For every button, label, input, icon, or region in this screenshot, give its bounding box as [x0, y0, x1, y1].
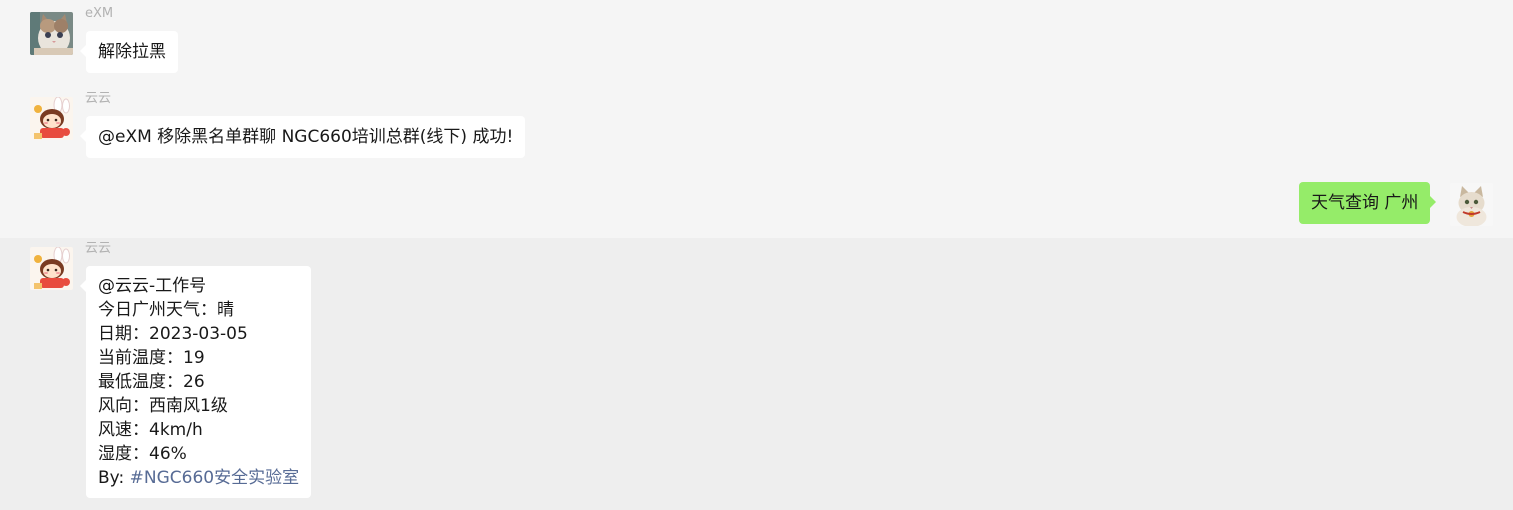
footer-line: By: #NGC660安全实验室 — [98, 466, 299, 490]
min-temperature-line: 最低温度：26 — [98, 372, 205, 392]
sender-name: 云云 — [85, 241, 112, 256]
hashtag-link[interactable]: #NGC660安全实验室 — [130, 468, 299, 488]
own-message-bubble[interactable]: 天气查询 广州 — [1299, 182, 1437, 224]
sender-name: eXM — [85, 6, 114, 21]
weather-message-bubble[interactable]: @云云-工作号 今日广州天气：晴 日期：2023-03-05 当前温度：19 最… — [79, 266, 312, 498]
date-line: 日期：2023-03-05 — [98, 324, 248, 344]
chat-message-list[interactable]: eXM 解除拉黑 云云 @eXM 移除黑名单群聊 NGC660培训总群(线下) … — [0, 0, 1513, 510]
wind-speed-line: 风速：4km/h — [98, 420, 203, 440]
cat-avatar-icon[interactable] — [30, 12, 73, 55]
humidity-line: 湿度：46% — [98, 444, 187, 464]
message-bubble[interactable]: @eXM 移除黑名单群聊 NGC660培训总群(线下) 成功! — [79, 116, 526, 158]
cartoon-girl-avatar-icon[interactable] — [30, 97, 73, 140]
current-temperature-line: 当前温度：19 — [98, 348, 205, 368]
footer-prefix: By: — [98, 468, 130, 488]
cat-avatar-icon[interactable] — [1450, 183, 1493, 226]
cartoon-girl-avatar-icon[interactable] — [30, 247, 73, 290]
sender-name: 云云 — [85, 91, 112, 106]
wind-direction-line: 风向：西南风1级 — [98, 396, 228, 416]
message-bubble[interactable]: 解除拉黑 — [80, 31, 178, 73]
weather-line: 今日广州天气：晴 — [98, 300, 234, 320]
mention-line: @云云-工作号 — [98, 276, 207, 296]
